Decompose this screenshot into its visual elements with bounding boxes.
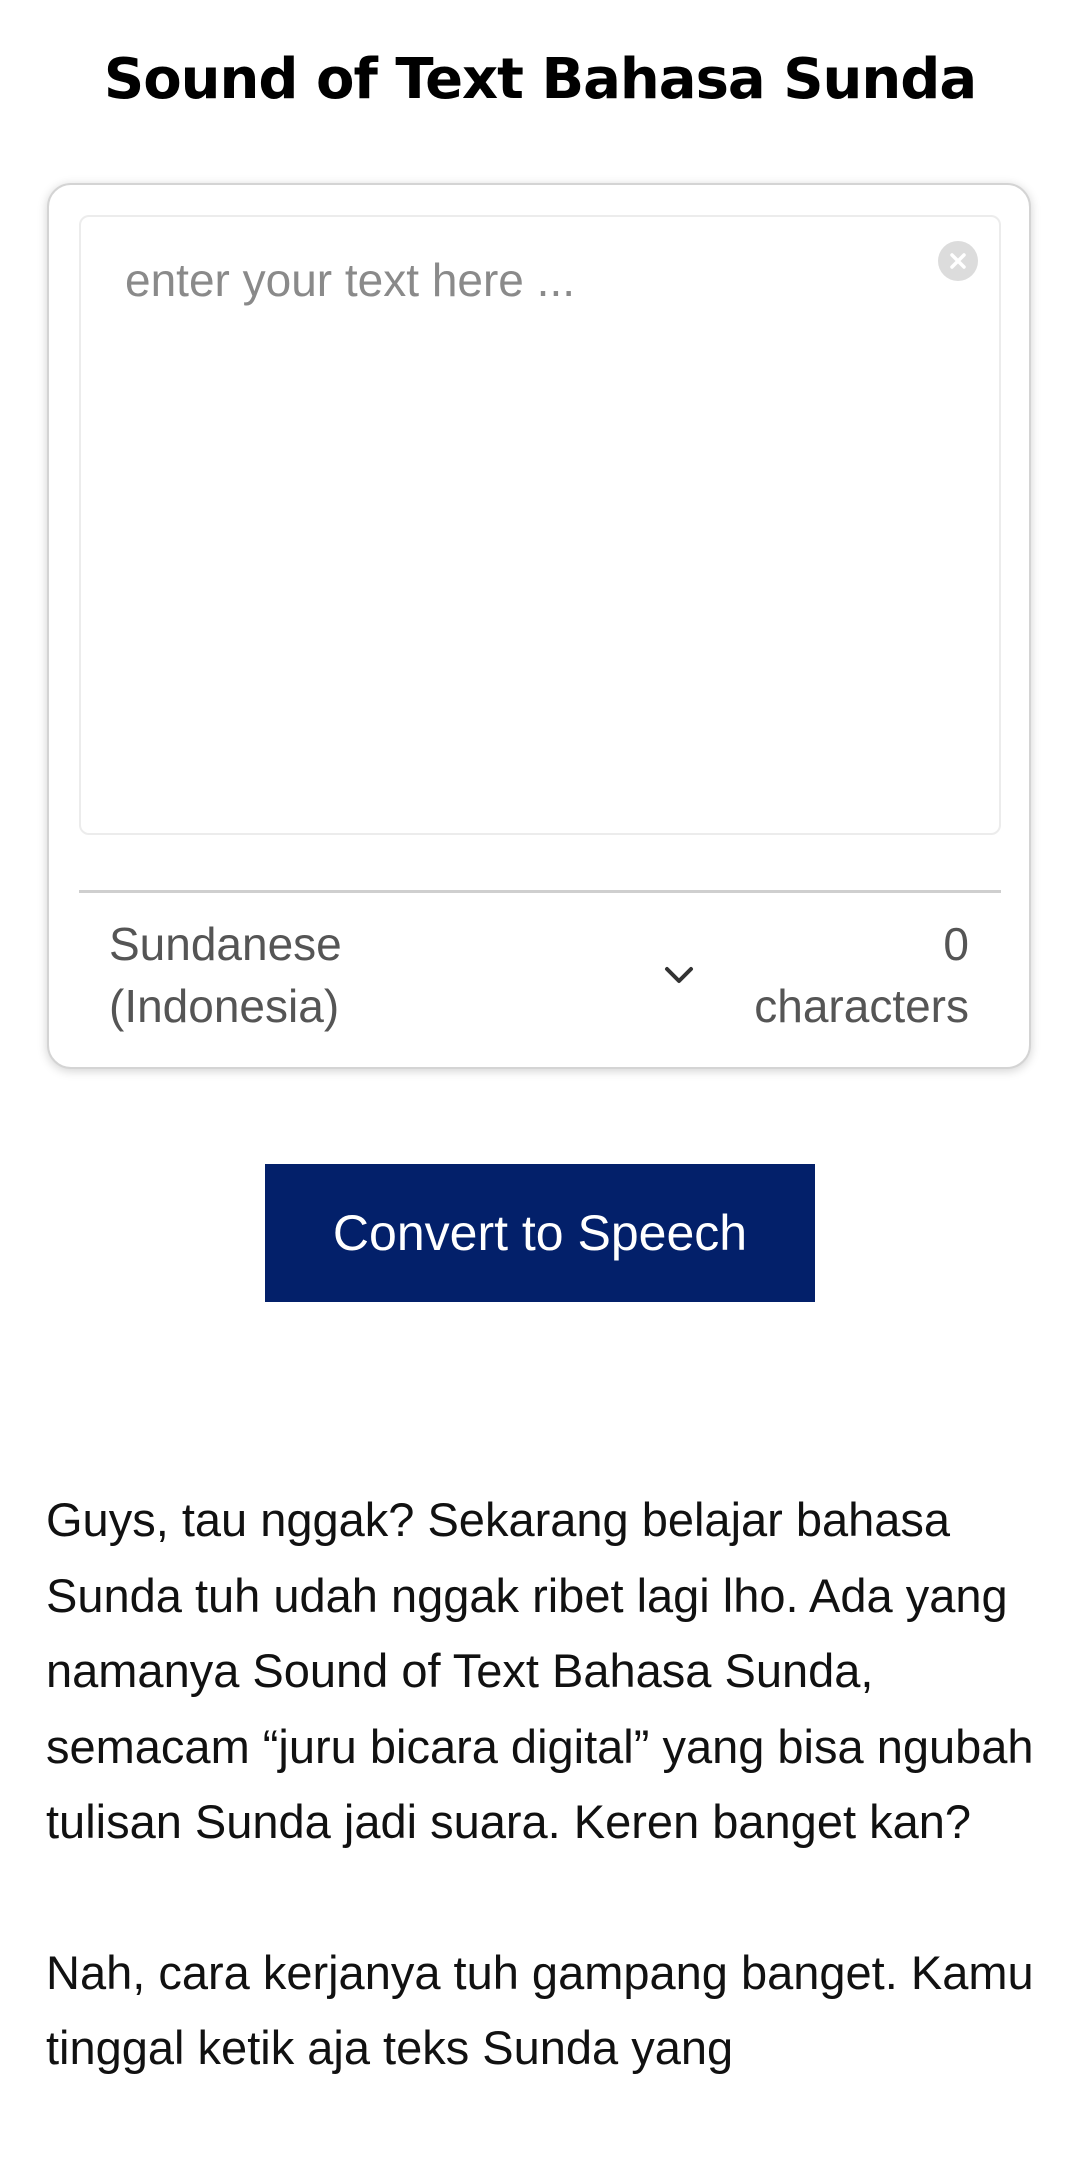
- language-name: Sundanese: [109, 918, 342, 970]
- text-input[interactable]: [79, 215, 1001, 835]
- language-label: Sundanese (Indonesia): [109, 913, 399, 1037]
- character-counter: 0 characters: [669, 913, 969, 1037]
- character-count-value: 0: [943, 918, 969, 970]
- character-count-label: characters: [754, 980, 969, 1032]
- close-circle-icon: [950, 253, 966, 269]
- clear-button[interactable]: [938, 241, 978, 281]
- divider: [79, 890, 1001, 893]
- language-select[interactable]: Sundanese (Indonesia): [109, 913, 709, 1053]
- article-paragraph: Nah, cara kerjanya tuh gampang banget. K…: [46, 1945, 1034, 2075]
- article-paragraph: Guys, tau nggak? Sekarang belajar bahasa…: [46, 1493, 1034, 1848]
- tts-card: Sundanese (Indonesia) 0 characters: [47, 183, 1031, 1069]
- convert-to-speech-button[interactable]: Convert to Speech: [265, 1164, 815, 1302]
- page-title: Sound of Text Bahasa Sunda: [103, 47, 977, 112]
- language-region: (Indonesia): [109, 980, 340, 1032]
- article-body: Guys, tau nggak? Sekarang belajar bahasa…: [46, 1482, 1046, 2161]
